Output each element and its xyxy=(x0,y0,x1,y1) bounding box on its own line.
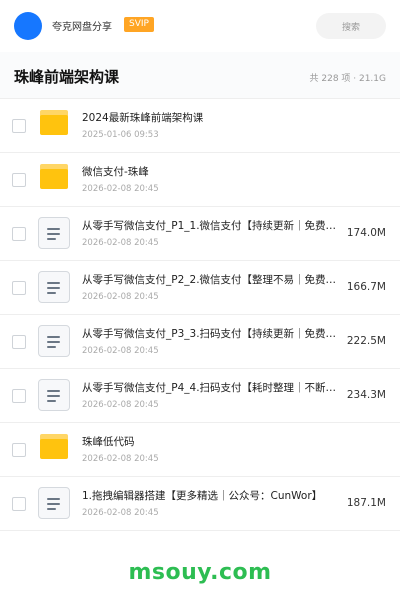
username: 夸克网盘分享 xyxy=(52,22,112,33)
item-date: 2026-02-08 20:45 xyxy=(82,346,159,356)
select-checkbox[interactable] xyxy=(12,281,26,295)
select-checkbox[interactable] xyxy=(12,497,26,511)
item-date: 2025-01-06 09:53 xyxy=(82,130,159,140)
search-input[interactable]: 搜索 xyxy=(316,13,386,39)
file-icon xyxy=(38,487,70,519)
list-item[interactable]: 珠峰低代码 2026-02-08 20:45 xyxy=(0,423,400,477)
folder-header: 珠峰前端架构课 共 228 项 · 21.1G xyxy=(0,52,400,99)
item-size: 222.5M xyxy=(346,335,386,347)
list-item[interactable]: 从零手写微信支付_P2_2.微信支付【整理不易｜免费分享｜公众号：CunWor】… xyxy=(0,261,400,315)
item-date: 2026-02-08 20:45 xyxy=(82,508,159,518)
item-size: 174.0M xyxy=(346,227,386,239)
list-item[interactable]: 从零手写微信支付_P1_1.微信支付【持续更新｜免费分享｜公众号：CunWor】… xyxy=(0,207,400,261)
item-name[interactable]: 从零手写微信支付_P1_1.微信支付【持续更新｜免费分享｜公众号：CunWor】 xyxy=(82,218,338,233)
item-date: 2026-02-08 20:45 xyxy=(82,184,159,194)
item-date: 2026-02-08 20:45 xyxy=(82,400,159,410)
file-icon xyxy=(38,217,70,249)
svip-badge: SVIP xyxy=(124,17,154,32)
folder-icon xyxy=(38,163,70,195)
page-title: 珠峰前端架构课 xyxy=(14,68,120,86)
select-checkbox[interactable] xyxy=(12,119,26,133)
item-size: 166.7M xyxy=(346,281,386,293)
watermark-text: msouy.com xyxy=(128,560,272,585)
folder-meta: 共 228 项 · 21.1G xyxy=(309,74,387,84)
list-item[interactable]: 微信支付-珠峰 2026-02-08 20:45 xyxy=(0,153,400,207)
item-date: 2026-02-08 20:45 xyxy=(82,292,159,302)
item-name[interactable]: 从零手写微信支付_P4_4.扫码支付【耗时整理｜不断更新｜公众号：CunWor】 xyxy=(82,380,338,395)
list-item[interactable]: 从零手写微信支付_P4_4.扫码支付【耗时整理｜不断更新｜公众号：CunWor】… xyxy=(0,369,400,423)
item-name[interactable]: 微信支付-珠峰 xyxy=(82,164,338,179)
top-bar: 夸克网盘分享 SVIP 搜索 xyxy=(0,0,400,53)
folder-icon xyxy=(38,433,70,465)
file-icon xyxy=(38,325,70,357)
item-date: 2026-02-08 20:45 xyxy=(82,454,159,464)
select-checkbox[interactable] xyxy=(12,227,26,241)
item-date: 2026-02-08 20:45 xyxy=(82,238,159,248)
item-name[interactable]: 珠峰低代码 xyxy=(82,434,338,449)
file-list: 2024最新珠峰前端架构课 2025-01-06 09:53 微信支付-珠峰 2026… xyxy=(0,99,400,531)
user-avatar[interactable] xyxy=(14,12,42,40)
item-name[interactable]: 从零手写微信支付_P3_3.扫码支付【持续更新｜免费分享｜公众号：CunWor】 xyxy=(82,326,338,341)
item-size: 234.3M xyxy=(346,389,386,401)
select-checkbox[interactable] xyxy=(12,335,26,349)
item-name[interactable]: 1.拖拽编辑器搭建【更多精选｜公众号：CunWor】 xyxy=(82,488,338,503)
item-size: 187.1M xyxy=(346,497,386,509)
item-name[interactable]: 2024最新珠峰前端架构课 xyxy=(82,110,338,125)
list-item[interactable]: 2024最新珠峰前端架构课 2025-01-06 09:53 xyxy=(0,99,400,153)
select-checkbox[interactable] xyxy=(12,173,26,187)
file-icon xyxy=(38,271,70,303)
item-name[interactable]: 从零手写微信支付_P2_2.微信支付【整理不易｜免费分享｜公众号：CunWor】 xyxy=(82,272,338,287)
list-item[interactable]: 1.拖拽编辑器搭建【更多精选｜公众号：CunWor】 2026-02-08 20:… xyxy=(0,477,400,531)
select-checkbox[interactable] xyxy=(12,389,26,403)
select-checkbox[interactable] xyxy=(12,443,26,457)
folder-icon xyxy=(38,109,70,141)
list-item[interactable]: 从零手写微信支付_P3_3.扫码支付【持续更新｜免费分享｜公众号：CunWor】… xyxy=(0,315,400,369)
file-icon xyxy=(38,379,70,411)
